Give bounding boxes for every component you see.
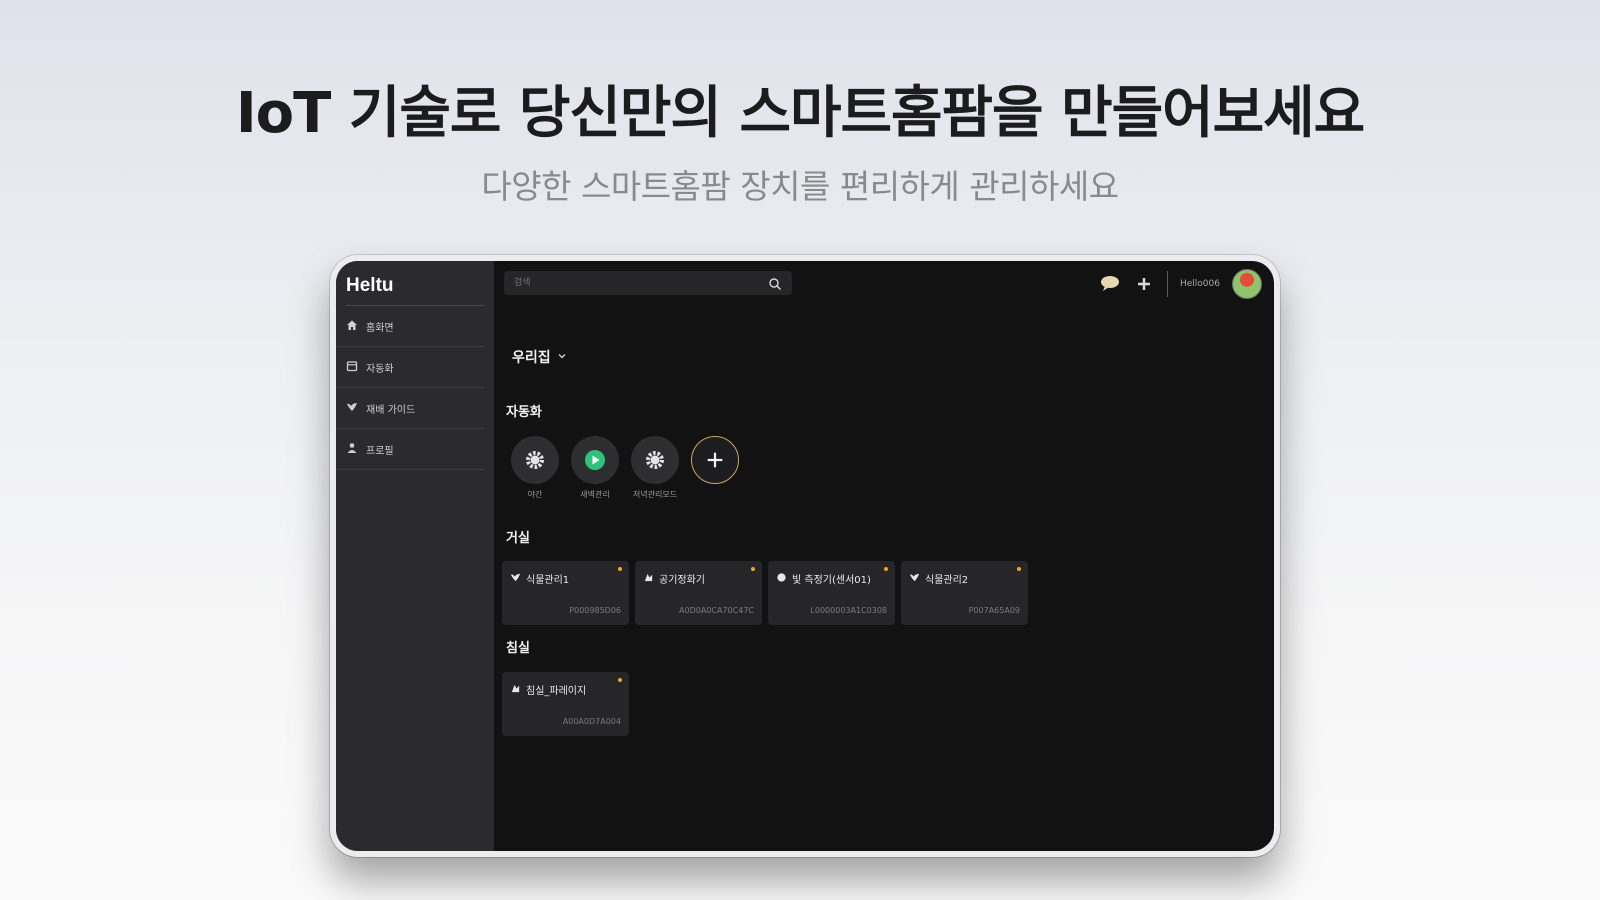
device-card[interactable]: 식물관리2 P007A65A09 <box>901 561 1028 625</box>
home-selector[interactable]: 우리집 <box>512 347 567 367</box>
sidebar: Heltu 홈화면 자동화 재배 가이드 프로필 <box>336 261 494 851</box>
sidebar-item-home[interactable]: 홈화면 <box>336 306 484 347</box>
tablet-frame: Heltu 홈화면 자동화 재배 가이드 프로필 검색 Hello006 우리집… <box>330 255 1280 857</box>
device-code: P000985D06 <box>569 606 621 615</box>
automation-item[interactable]: 새벽관리 <box>570 436 620 500</box>
topbar-actions: Hello006 <box>1099 269 1262 299</box>
sidebar-item-label: 재배 가이드 <box>366 404 416 416</box>
device-card[interactable]: 식물관리1 P000985D06 <box>502 561 629 625</box>
app-logo: Heltu <box>346 275 394 296</box>
device-list: 식물관리1 P000985D06 공기정화기 A0D0A0CA70C47C 빛 … <box>502 561 1028 625</box>
main-content: Hello006 우리집 자동화 야간 새벽관리 저녁관리 <box>494 261 1274 851</box>
add-device-icon[interactable] <box>1133 273 1155 295</box>
status-badge <box>751 567 755 571</box>
status-badge <box>618 567 622 571</box>
automation-label: 저녁관리모드 <box>632 490 678 499</box>
avatar[interactable] <box>1232 269 1262 299</box>
device-card[interactable]: 빛 측정기(센서01) L0000003A1C0308 <box>768 561 895 625</box>
leaf-icon <box>510 572 521 586</box>
play-icon <box>571 436 619 484</box>
device-title: 침실_파레이지 <box>510 682 586 697</box>
automation-item[interactable]: 야간 <box>510 436 560 500</box>
app-screen: Heltu 홈화면 자동화 재배 가이드 프로필 검색 Hello006 우리집… <box>336 261 1274 851</box>
status-badge <box>618 678 622 682</box>
device-name: 식물관리1 <box>526 575 570 586</box>
search-icon[interactable] <box>768 276 782 291</box>
sensor-icon <box>776 572 787 586</box>
device-title: 공기정화기 <box>643 571 705 586</box>
sidebar-item-profile[interactable]: 프로필 <box>336 429 484 470</box>
device-code: L0000003A1C0308 <box>810 606 887 615</box>
home-selector-label: 우리집 <box>512 350 551 366</box>
device-card[interactable]: 침실_파레이지 A00A0D7A004 <box>502 672 629 736</box>
topbar-divider <box>1167 271 1168 297</box>
status-badge <box>1017 567 1021 571</box>
promo-subline: 다양한 스마트홈팜 장치를 편리하게 관리하세요 <box>481 167 1119 206</box>
search-input[interactable] <box>504 271 792 295</box>
calendar-icon <box>346 360 358 375</box>
leaf-icon <box>346 401 358 416</box>
device-list: 침실_파레이지 A00A0D7A004 <box>502 672 629 736</box>
plus-icon <box>691 436 739 484</box>
device-name: 공기정화기 <box>659 575 705 586</box>
section-title-automation: 자동화 <box>506 405 542 420</box>
device-card[interactable]: 공기정화기 A0D0A0CA70C47C <box>635 561 762 625</box>
username: Hello006 <box>1180 279 1220 289</box>
automation-label: 야간 <box>527 490 543 499</box>
device-title: 식물관리1 <box>510 571 569 586</box>
automation-label: 새벽관리 <box>580 490 610 499</box>
device-code: P007A65A09 <box>968 606 1020 615</box>
device-code: A0D0A0CA70C47C <box>679 606 754 615</box>
device-name: 빛 측정기(센서01) <box>792 575 871 586</box>
room-title: 침실 <box>506 641 530 656</box>
home-icon <box>346 319 358 334</box>
sidebar-item-label: 홈화면 <box>366 322 394 334</box>
device-title: 식물관리2 <box>909 571 968 586</box>
chevron-down-icon <box>557 349 567 365</box>
sidebar-item-guide[interactable]: 재배 가이드 <box>336 388 484 429</box>
status-badge <box>884 567 888 571</box>
automation-item[interactable]: 저녁관리모드 <box>630 436 680 500</box>
device-code: A00A0D7A004 <box>562 717 621 726</box>
add-automation-button[interactable] <box>690 436 740 500</box>
gear-icon <box>511 436 559 484</box>
fan-icon <box>643 572 654 586</box>
sidebar-item-label: 프로필 <box>366 445 394 457</box>
automation-list: 야간 새벽관리 저녁관리모드 <box>510 436 740 500</box>
promo-headline: IoT 기술로 당신만의 스마트홈팜을 만들어보세요 <box>235 81 1365 146</box>
device-title: 빛 측정기(센서01) <box>776 571 871 586</box>
leaf-icon <box>909 572 920 586</box>
gear-icon <box>631 436 679 484</box>
device-name: 침실_파레이지 <box>526 686 587 697</box>
sidebar-item-label: 자동화 <box>366 363 394 375</box>
room-title: 거실 <box>506 531 530 546</box>
device-name: 식물관리2 <box>925 575 969 586</box>
user-icon <box>346 442 358 457</box>
fan-icon <box>510 683 521 697</box>
sidebar-item-automation[interactable]: 자동화 <box>336 347 484 388</box>
chat-icon[interactable] <box>1099 273 1121 295</box>
